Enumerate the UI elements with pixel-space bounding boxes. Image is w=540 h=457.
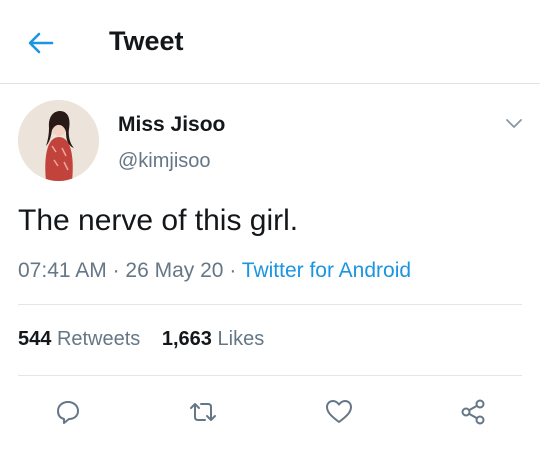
share-icon bbox=[461, 399, 485, 425]
meta-separator: · bbox=[112, 259, 120, 282]
meta-separator: · bbox=[229, 259, 237, 282]
tweet-time: 07:41 AM bbox=[18, 259, 107, 282]
reply-button[interactable] bbox=[51, 395, 85, 429]
page-title: Tweet bbox=[109, 26, 184, 56]
back-button[interactable] bbox=[26, 28, 56, 58]
likes-stat[interactable]: 1,663 Likes bbox=[162, 328, 264, 351]
divider bbox=[18, 304, 522, 305]
retweets-count: 544 bbox=[18, 328, 52, 350]
retweet-icon bbox=[190, 403, 216, 421]
arrow-left-icon bbox=[28, 32, 54, 54]
retweets-stat[interactable]: 544 Retweets bbox=[18, 328, 140, 351]
tweet-meta: 07:41 AM · 26 May 20 · Twitter for Andro… bbox=[18, 259, 411, 283]
author-display-name[interactable]: Miss Jisoo bbox=[118, 113, 225, 137]
divider bbox=[18, 375, 522, 376]
heart-icon bbox=[326, 400, 352, 423]
tweet-date: 26 May 20 bbox=[125, 259, 224, 282]
tweet-text: The nerve of this girl. bbox=[18, 204, 299, 237]
author-handle[interactable]: @kimjisoo bbox=[118, 150, 211, 173]
share-button[interactable] bbox=[456, 395, 490, 429]
avatar[interactable] bbox=[18, 100, 99, 181]
likes-count: 1,663 bbox=[161, 328, 212, 350]
like-button[interactable] bbox=[322, 395, 356, 429]
reply-icon bbox=[57, 401, 79, 424]
likes-label: Likes bbox=[217, 328, 265, 350]
chevron-down-icon bbox=[506, 119, 522, 128]
tweet-stats: 544 Retweets 1,663 Likes bbox=[18, 328, 264, 351]
tweet-source-link[interactable]: Twitter for Android bbox=[242, 259, 411, 282]
tweet-options-button[interactable] bbox=[503, 113, 525, 135]
retweets-label: Retweets bbox=[56, 328, 141, 350]
top-bar: Tweet bbox=[0, 0, 540, 84]
retweet-button[interactable] bbox=[186, 395, 220, 429]
